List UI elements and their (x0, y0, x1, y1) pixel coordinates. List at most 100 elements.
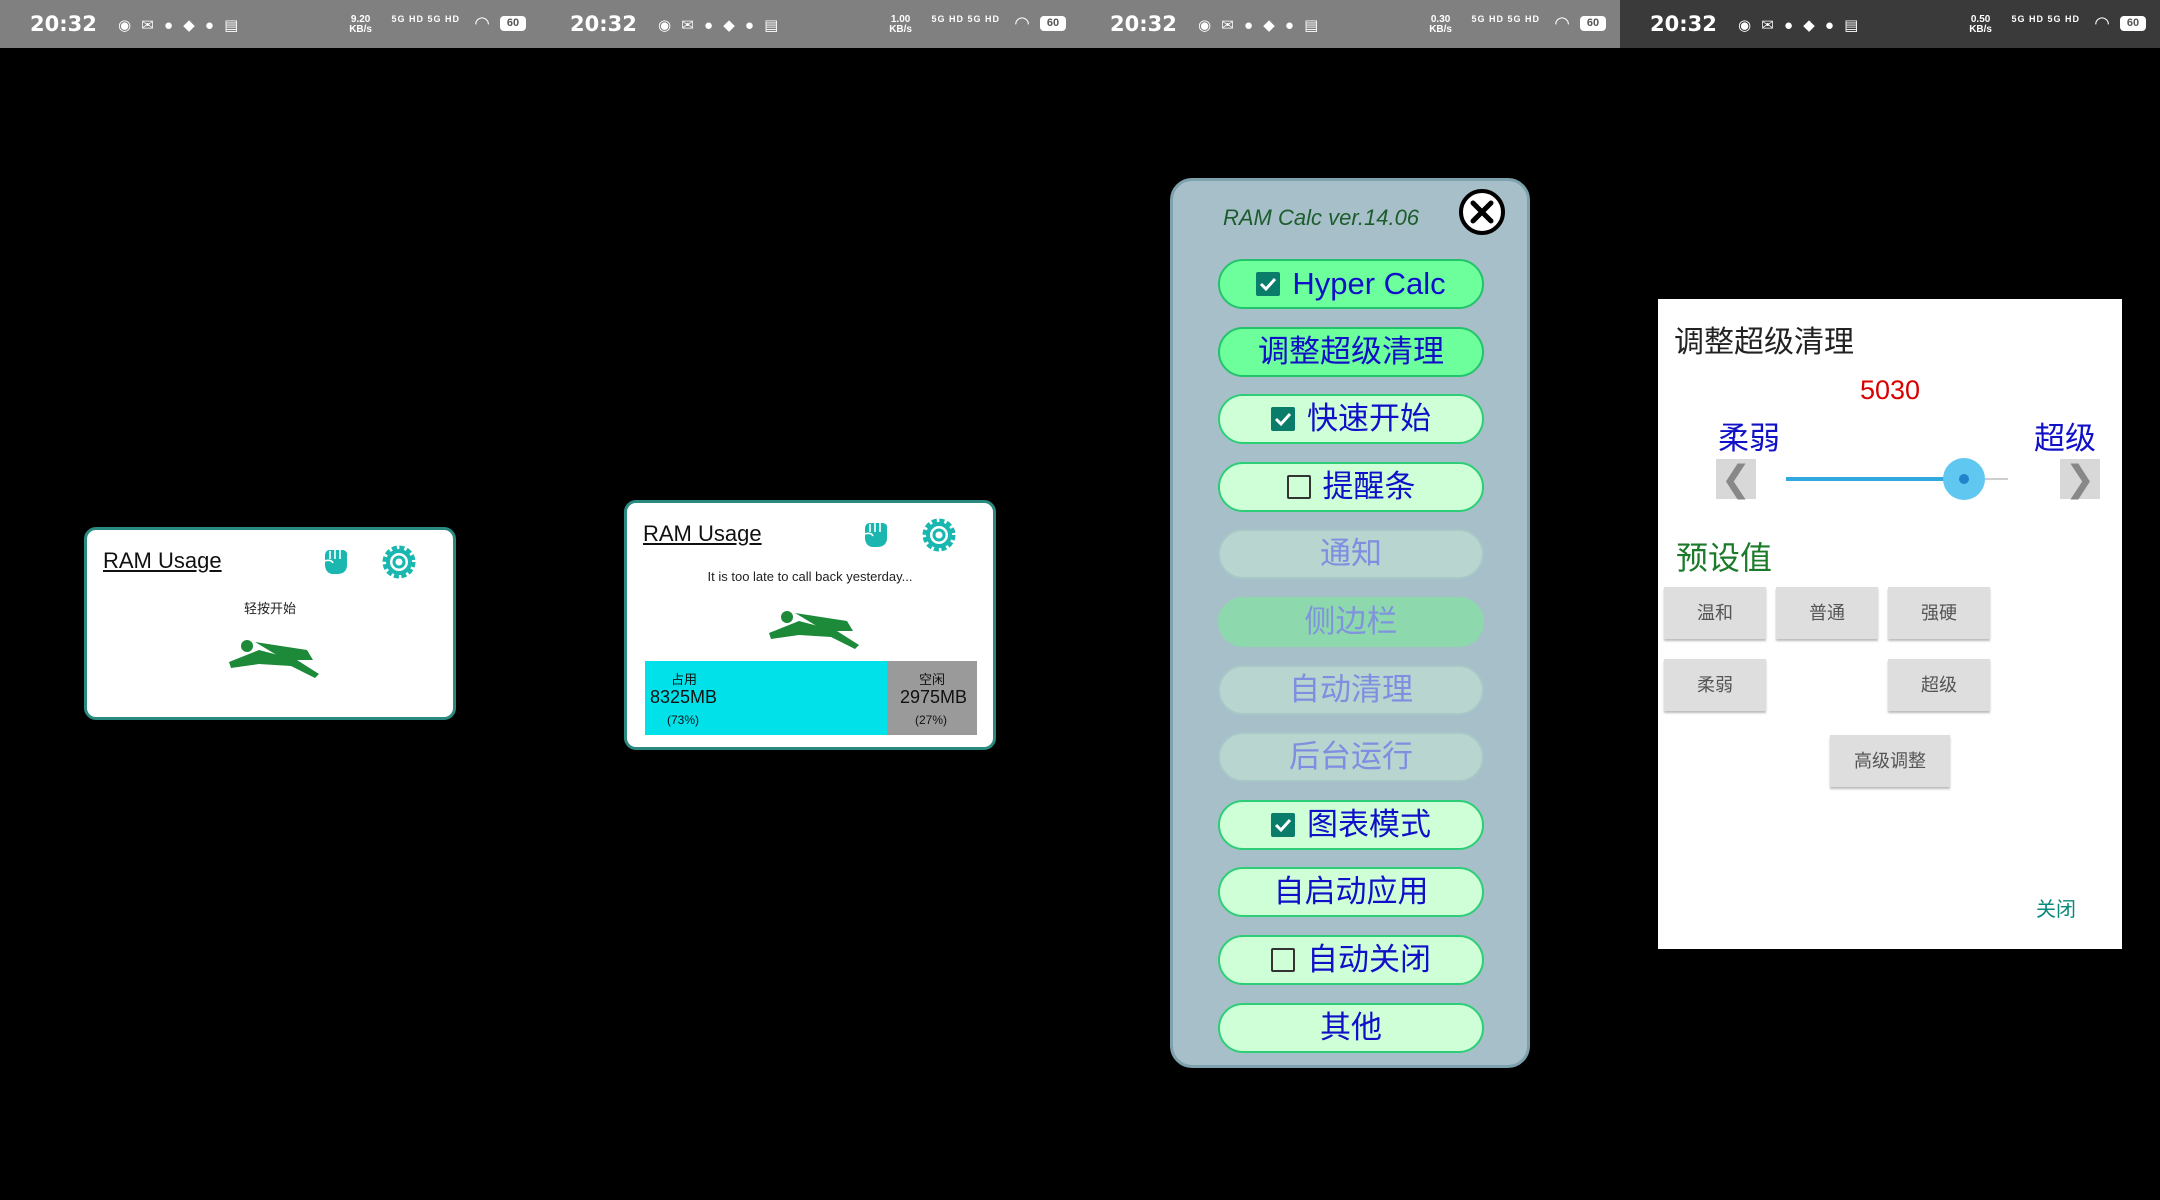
settings-menu: RAM Calc ver.14.06 Hyper Calc 调整超级清理快速开始提… (1170, 178, 1530, 1068)
menu-item[interactable]: 其他 (1218, 1003, 1484, 1053)
signal-icon: 5G HD 5G HD (931, 14, 1000, 24)
menu-item-label: 调整超级清理 (1258, 334, 1444, 369)
increase-button[interactable]: ❯ (2060, 459, 2100, 499)
menu-item-label: 其他 (1320, 1010, 1382, 1045)
menu-item[interactable]: 自动清理 (1218, 665, 1484, 715)
close-button[interactable]: 关闭 (2036, 893, 2076, 922)
menu-item[interactable]: 通知 (1218, 529, 1484, 579)
status-bar: 20:32 ◉ ✉ ● ◆ ● ▤ 0.50 KB/s 5G HD 5G HD ◠… (1620, 0, 2160, 48)
screen-widget-stats: 20:32 ◉ ✉ ● ◆ ● ▤ 1.00 KB/s 5G HD 5G HD ◠… (540, 0, 1080, 1200)
network-speed: 0.30 KB/s (1429, 14, 1452, 35)
wifi-icon: ◠ (1014, 13, 1030, 33)
used-mb: 8325MB (650, 687, 718, 707)
free-percent: (27%) (915, 713, 948, 727)
status-time: 20:32 (570, 12, 637, 36)
weak-label: 柔弱 (1718, 421, 1780, 456)
screen-widget-idle: 20:32 ◉ ✉ ● ◆ ● ▤ 9.20 KB/s 5G HD 5G HD ◠… (0, 0, 540, 1200)
network-speed: 9.20 KB/s (349, 14, 372, 35)
widget-title: RAM Usage (643, 521, 762, 546)
menu-item[interactable]: 侧边栏 (1218, 597, 1484, 647)
slider-track-rest (1985, 478, 2008, 480)
checkbox-unchecked-icon[interactable] (1271, 948, 1295, 972)
free-label: 空闲 (919, 672, 946, 687)
notification-icons: ◉ ✉ ● ◆ ● ▤ (1738, 17, 1862, 34)
fist-icon[interactable] (317, 542, 353, 578)
hyper-clean-dialog: 调整超级清理 5030 柔弱 超级 ❮ ❯ 预设值 温和 普通 强硬 柔弱 超级… (1658, 299, 2122, 949)
menu-item-label: 自启动应用 (1273, 874, 1429, 909)
gear-icon[interactable] (377, 540, 421, 584)
menu-item[interactable]: 提醒条 (1218, 462, 1484, 512)
network-speed: 1.00 KB/s (889, 14, 912, 35)
menu-item-label: Hyper Calc (1292, 266, 1446, 301)
used-percent: (73%) (667, 713, 700, 727)
signal-icon: 5G HD 5G HD (1471, 14, 1540, 24)
dialog-title: 调整超级清理 (1674, 326, 1854, 359)
memory-free-bar: 空闲 2975MB (27%) (887, 661, 977, 735)
menu-item-label: 自动清理 (1289, 672, 1413, 707)
menu-item[interactable]: 自启动应用 (1218, 867, 1484, 917)
notification-icons: ◉ ✉ ● ◆ ● ▤ (118, 17, 242, 34)
menu-item-label: 图表模式 (1307, 807, 1431, 842)
memory-used-bar: 占用 8325MB (73%) (645, 661, 887, 735)
fist-icon[interactable] (857, 515, 893, 551)
running-man-icon (229, 640, 319, 678)
notification-icons: ◉ ✉ ● ◆ ● ▤ (1198, 17, 1322, 34)
battery-icon: 60 (500, 16, 526, 31)
wifi-icon: ◠ (1554, 13, 1570, 33)
menu-item-label: 快速开始 (1307, 401, 1431, 436)
battery-icon: 60 (1580, 16, 1606, 31)
menu-item[interactable]: 快速开始 (1218, 394, 1484, 444)
status-bar: 20:32 ◉ ✉ ● ◆ ● ▤ 9.20 KB/s 5G HD 5G HD ◠… (0, 0, 540, 48)
close-icon[interactable] (1455, 185, 1509, 239)
preset-strong-button[interactable]: 强硬 (1888, 587, 1990, 639)
widget-title: RAM Usage (103, 548, 222, 573)
ram-usage-widget[interactable]: RAM Usage 轻按开始 (84, 527, 456, 720)
menu-item[interactable]: 后台运行 (1218, 732, 1484, 782)
status-time: 20:32 (30, 12, 97, 36)
signal-icon: 5G HD 5G HD (2011, 14, 2080, 24)
status-bar: 20:32 ◉ ✉ ● ◆ ● ▤ 1.00 KB/s 5G HD 5G HD ◠… (540, 0, 1080, 48)
notification-icons: ◉ ✉ ● ◆ ● ▤ (658, 17, 782, 34)
super-label: 超级 (2034, 421, 2096, 456)
battery-icon: 60 (2120, 16, 2146, 31)
tap-to-start-hint: 轻按开始 (243, 601, 296, 616)
slider-track-filled (1786, 477, 1964, 481)
wifi-icon: ◠ (2094, 13, 2110, 33)
used-label: 占用 (671, 672, 698, 687)
widget-message: It is too late to call back yesterday... (707, 569, 913, 584)
advanced-adjust-button[interactable]: 高级调整 (1830, 735, 1950, 787)
checkbox-checked-icon[interactable] (1256, 272, 1281, 296)
wifi-icon: ◠ (474, 13, 490, 33)
slider-thumb[interactable] (1943, 458, 1985, 500)
signal-icon: 5G HD 5G HD (391, 14, 460, 24)
menu-item-label: 侧边栏 (1304, 604, 1398, 639)
menu-item-label: 后台运行 (1289, 739, 1413, 774)
preset-mild-button[interactable]: 温和 (1664, 587, 1766, 639)
free-mb: 2975MB (900, 687, 968, 707)
running-man-icon (769, 611, 859, 649)
clean-level-value: 5030 (1859, 375, 1921, 405)
checkbox-unchecked-icon[interactable] (1286, 475, 1311, 499)
status-time: 20:32 (1650, 12, 1717, 36)
menu-item[interactable]: Hyper Calc (1218, 259, 1484, 309)
battery-icon: 60 (1040, 16, 1066, 31)
network-speed: 0.50 KB/s (1969, 14, 1992, 35)
preset-weak-button[interactable]: 柔弱 (1664, 659, 1766, 711)
preset-title: 预设值 (1676, 540, 1773, 576)
ram-usage-widget[interactable]: RAM Usage It is too late to call back ye… (624, 500, 996, 750)
menu-item-label: 提醒条 (1322, 469, 1416, 504)
checkbox-checked-icon[interactable] (1271, 407, 1295, 431)
preset-normal-button[interactable]: 普通 (1776, 587, 1878, 639)
gear-icon[interactable] (917, 513, 961, 557)
status-time: 20:32 (1110, 12, 1177, 36)
menu-item[interactable]: 图表模式 (1218, 800, 1484, 850)
menu-item-label: 自动关闭 (1307, 942, 1431, 977)
menu-title: RAM Calc ver.14.06 (1223, 205, 1420, 230)
menu-item[interactable]: 调整超级清理 (1218, 327, 1484, 377)
status-bar: 20:32 ◉ ✉ ● ◆ ● ▤ 0.30 KB/s 5G HD 5G HD ◠… (1080, 0, 1620, 48)
decrease-button[interactable]: ❮ (1716, 459, 1756, 499)
checkbox-checked-icon[interactable] (1271, 813, 1295, 837)
menu-item-label: 通知 (1320, 536, 1382, 571)
menu-item[interactable]: 自动关闭 (1218, 935, 1484, 985)
preset-super-button[interactable]: 超级 (1888, 659, 1990, 711)
